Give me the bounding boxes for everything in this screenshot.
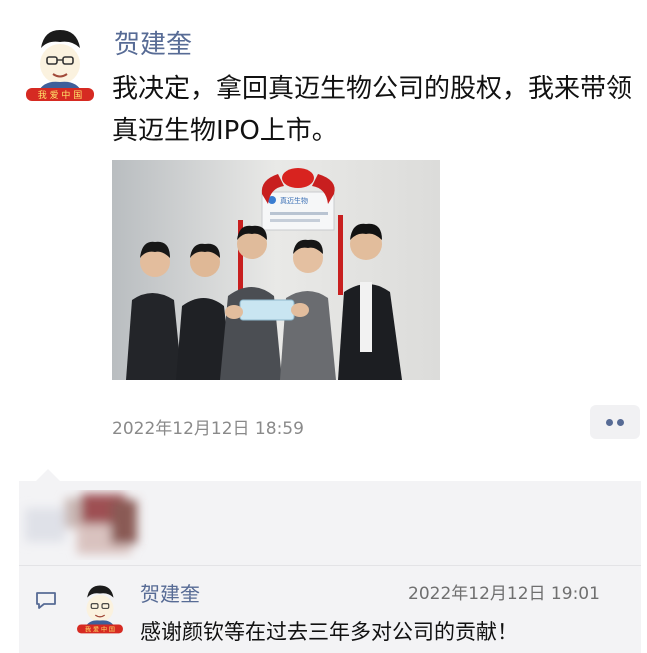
blurred-avatar[interactable] xyxy=(19,490,179,562)
comment-avatar-caption: 我 爱 中 国 xyxy=(85,625,115,633)
post-author-name[interactable]: 贺建奎 xyxy=(114,24,192,61)
plaque-text: 真迈生物 xyxy=(280,196,308,205)
comment-author-name[interactable]: 贺建奎 xyxy=(140,578,200,607)
panel-pointer xyxy=(36,469,60,481)
more-options-button[interactable] xyxy=(590,405,640,439)
group-photo-illustration: 真迈生物 xyxy=(112,160,440,380)
comment-text: 感谢颜钦等在过去三年多对公司的贡献！ xyxy=(140,620,518,644)
likes-row xyxy=(19,490,641,562)
comment-timestamp: 2022年12月12日 19:01 xyxy=(408,584,600,604)
more-dots-icon xyxy=(606,419,613,426)
post-photo[interactable]: 真迈生物 xyxy=(112,160,440,380)
comment-bubble-icon[interactable] xyxy=(35,590,57,610)
comment-author-avatar[interactable]: 我 爱 中 国 xyxy=(72,576,128,634)
author-avatar[interactable]: 我 爱 中 国 xyxy=(24,16,96,102)
post-text: 我决定，拿回真迈生物公司的股权，我来带领真迈生物IPO上市。 xyxy=(112,74,633,146)
post-timestamp: 2022年12月12日 18:59 xyxy=(112,419,304,439)
panel-divider xyxy=(19,565,641,566)
more-dot xyxy=(617,419,624,426)
avatar-caption: 我 爱 中 国 xyxy=(38,89,83,101)
